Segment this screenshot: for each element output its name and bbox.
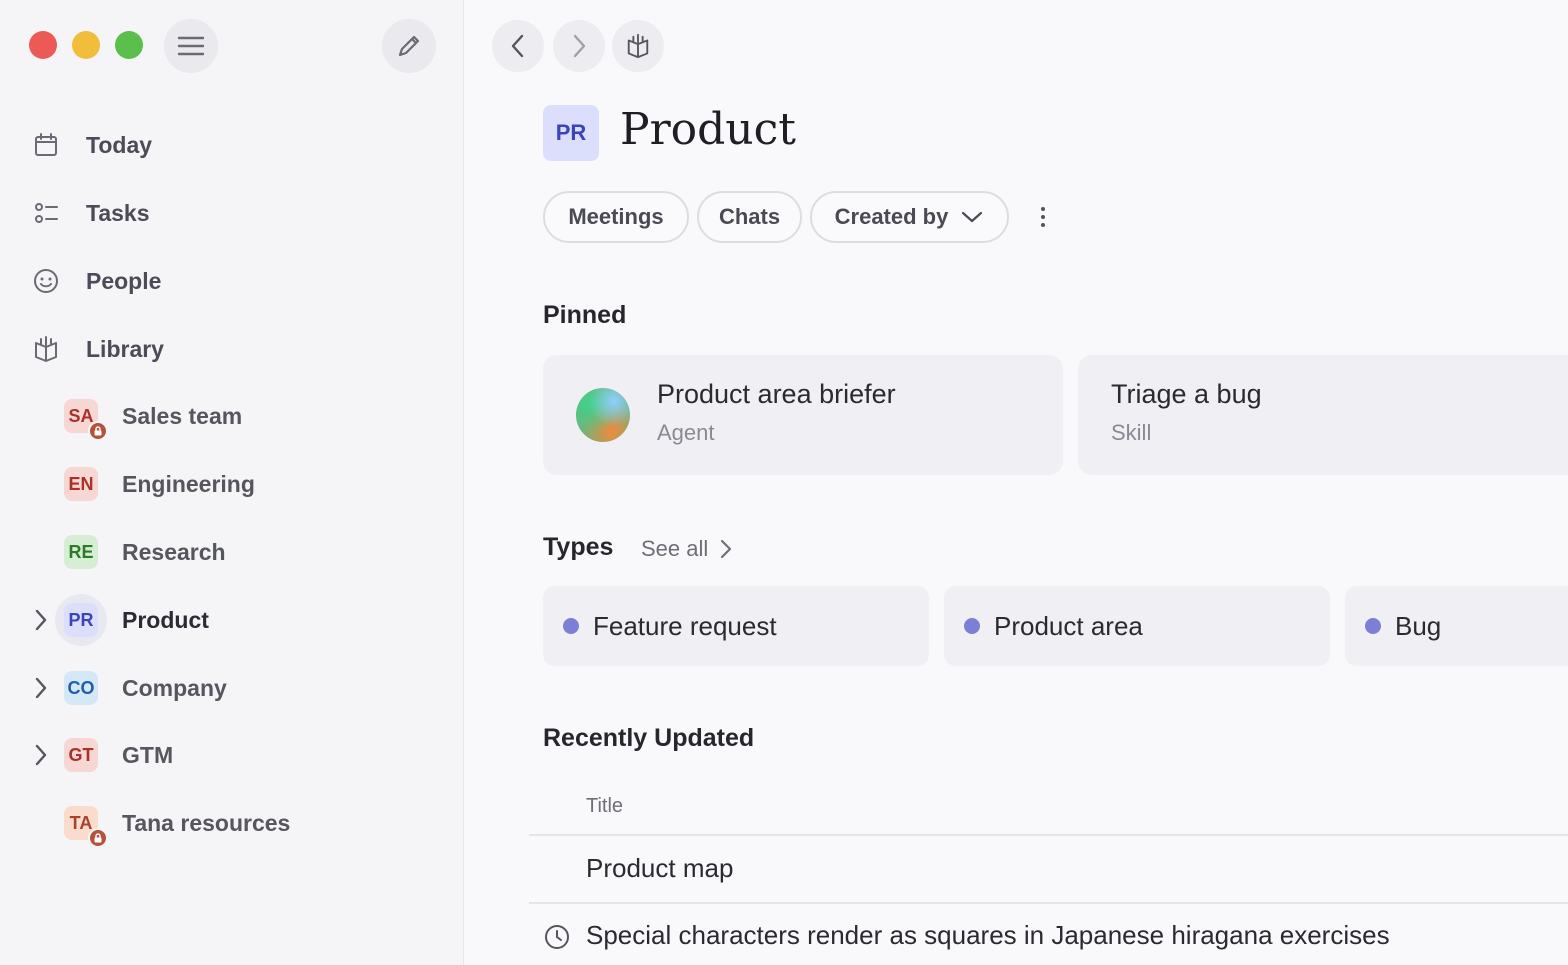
sidebar-space-company[interactable]: CO Company <box>26 663 227 713</box>
see-all-link[interactable]: See all <box>641 536 734 562</box>
recently-updated-heading: Recently Updated <box>543 724 755 752</box>
sidebar-item-library[interactable]: Library <box>30 329 164 369</box>
type-card-feature-request[interactable]: Feature request <box>543 586 929 666</box>
chevron-right-icon[interactable] <box>26 740 56 770</box>
filter-label: Created by <box>834 204 949 229</box>
chevron-right-icon[interactable] <box>26 673 56 703</box>
pencil-icon <box>398 35 420 57</box>
space-label: Sales team <box>122 402 243 429</box>
pinned-card-subtitle: Skill <box>1111 420 1152 445</box>
divider <box>529 834 1568 836</box>
pinned-card-subtitle: Agent <box>657 420 715 445</box>
menu-button[interactable] <box>164 19 218 73</box>
filter-meetings[interactable]: Meetings <box>543 191 689 243</box>
table-row[interactable]: Product map <box>586 853 733 884</box>
sidebar-item-tasks[interactable]: Tasks <box>30 193 150 233</box>
sidebar-space-gtm[interactable]: GT GTM <box>26 730 173 780</box>
divider <box>529 902 1568 904</box>
filter-chats[interactable]: Chats <box>697 191 802 243</box>
compose-button[interactable] <box>382 19 436 73</box>
sidebar-item-label: Library <box>86 335 164 362</box>
space-avatar: EN <box>64 467 98 501</box>
pinned-card-title: Triage a bug <box>1111 379 1262 409</box>
hamburger-icon <box>177 36 205 56</box>
page-avatar: PR <box>543 105 599 161</box>
page-title: Product <box>620 104 796 155</box>
sidebar-item-today[interactable]: Today <box>30 125 152 165</box>
space-avatar: PR <box>64 603 98 637</box>
calendar-icon <box>30 129 62 161</box>
space-avatar: CO <box>64 671 98 705</box>
tasks-icon <box>30 197 62 229</box>
forward-button[interactable] <box>553 20 605 72</box>
window-minimize-button[interactable] <box>72 31 100 59</box>
type-dot-icon <box>1365 618 1381 634</box>
pinned-heading: Pinned <box>543 301 627 329</box>
chevron-down-icon <box>962 211 983 223</box>
window-zoom-button[interactable] <box>115 31 143 59</box>
active-space-highlight: PR <box>55 594 107 646</box>
column-header-title[interactable]: Title <box>586 795 623 818</box>
people-icon <box>30 265 62 297</box>
type-dot-icon <box>563 618 579 634</box>
sidebar-item-people[interactable]: People <box>30 261 161 301</box>
type-card-product-area[interactable]: Product area <box>944 586 1330 666</box>
more-options-icon[interactable] <box>1033 200 1053 234</box>
types-heading: Types <box>543 533 614 561</box>
space-label: Tana resources <box>122 809 291 836</box>
lock-icon <box>88 421 108 441</box>
type-label: Feature request <box>593 610 777 641</box>
pinned-card-title: Product area briefer <box>657 379 896 409</box>
back-button[interactable] <box>492 20 544 72</box>
type-dot-icon <box>964 618 980 634</box>
main-content: PR Product Meetings Chats Created by Pin… <box>465 0 1568 965</box>
sidebar-space-tana-resources[interactable]: TA Tana resources <box>26 798 290 848</box>
chevron-left-icon <box>511 34 524 58</box>
sidebar-space-research[interactable]: RE Research <box>26 527 226 577</box>
space-label: Company <box>122 674 227 701</box>
sidebar-space-product[interactable]: PR Product <box>26 594 209 646</box>
sidebar-item-label: Tasks <box>86 199 150 226</box>
space-label: GTM <box>122 741 174 768</box>
sidebar-item-label: People <box>86 267 162 294</box>
see-all-label: See all <box>641 536 709 561</box>
clock-icon <box>543 923 571 951</box>
type-label: Product area <box>994 610 1143 641</box>
space-label: Product <box>122 606 209 633</box>
filter-created-by[interactable]: Created by <box>810 191 1009 243</box>
type-card-bug[interactable]: Bug <box>1345 586 1568 666</box>
sidebar-space-sales-team[interactable]: SA Sales team <box>26 391 242 441</box>
table-row[interactable]: Special characters render as squares in … <box>586 920 1390 951</box>
lock-icon <box>88 828 108 848</box>
chevron-right-icon <box>573 34 586 58</box>
pinned-card-triage-a-bug[interactable]: Triage a bug Skill <box>1078 355 1568 475</box>
pinned-card-product-area-briefer[interactable]: Product area briefer Agent <box>543 355 1063 475</box>
chevron-right-icon[interactable] <box>26 605 56 635</box>
space-avatar: RE <box>64 535 98 569</box>
space-label: Engineering <box>122 470 255 497</box>
window-close-button[interactable] <box>29 31 57 59</box>
space-label: Research <box>122 538 226 565</box>
library-icon <box>30 333 62 365</box>
sidebar-item-label: Today <box>86 131 153 158</box>
library-button[interactable] <box>612 20 664 72</box>
type-label: Bug <box>1395 610 1442 641</box>
chevron-right-icon <box>721 539 732 559</box>
sidebar-space-engineering[interactable]: EN Engineering <box>26 459 255 509</box>
library-icon <box>627 33 649 59</box>
sidebar: Today Tasks People Library SA Sales team… <box>0 0 464 965</box>
agent-avatar-icon <box>576 388 630 442</box>
space-avatar: GT <box>64 738 98 772</box>
